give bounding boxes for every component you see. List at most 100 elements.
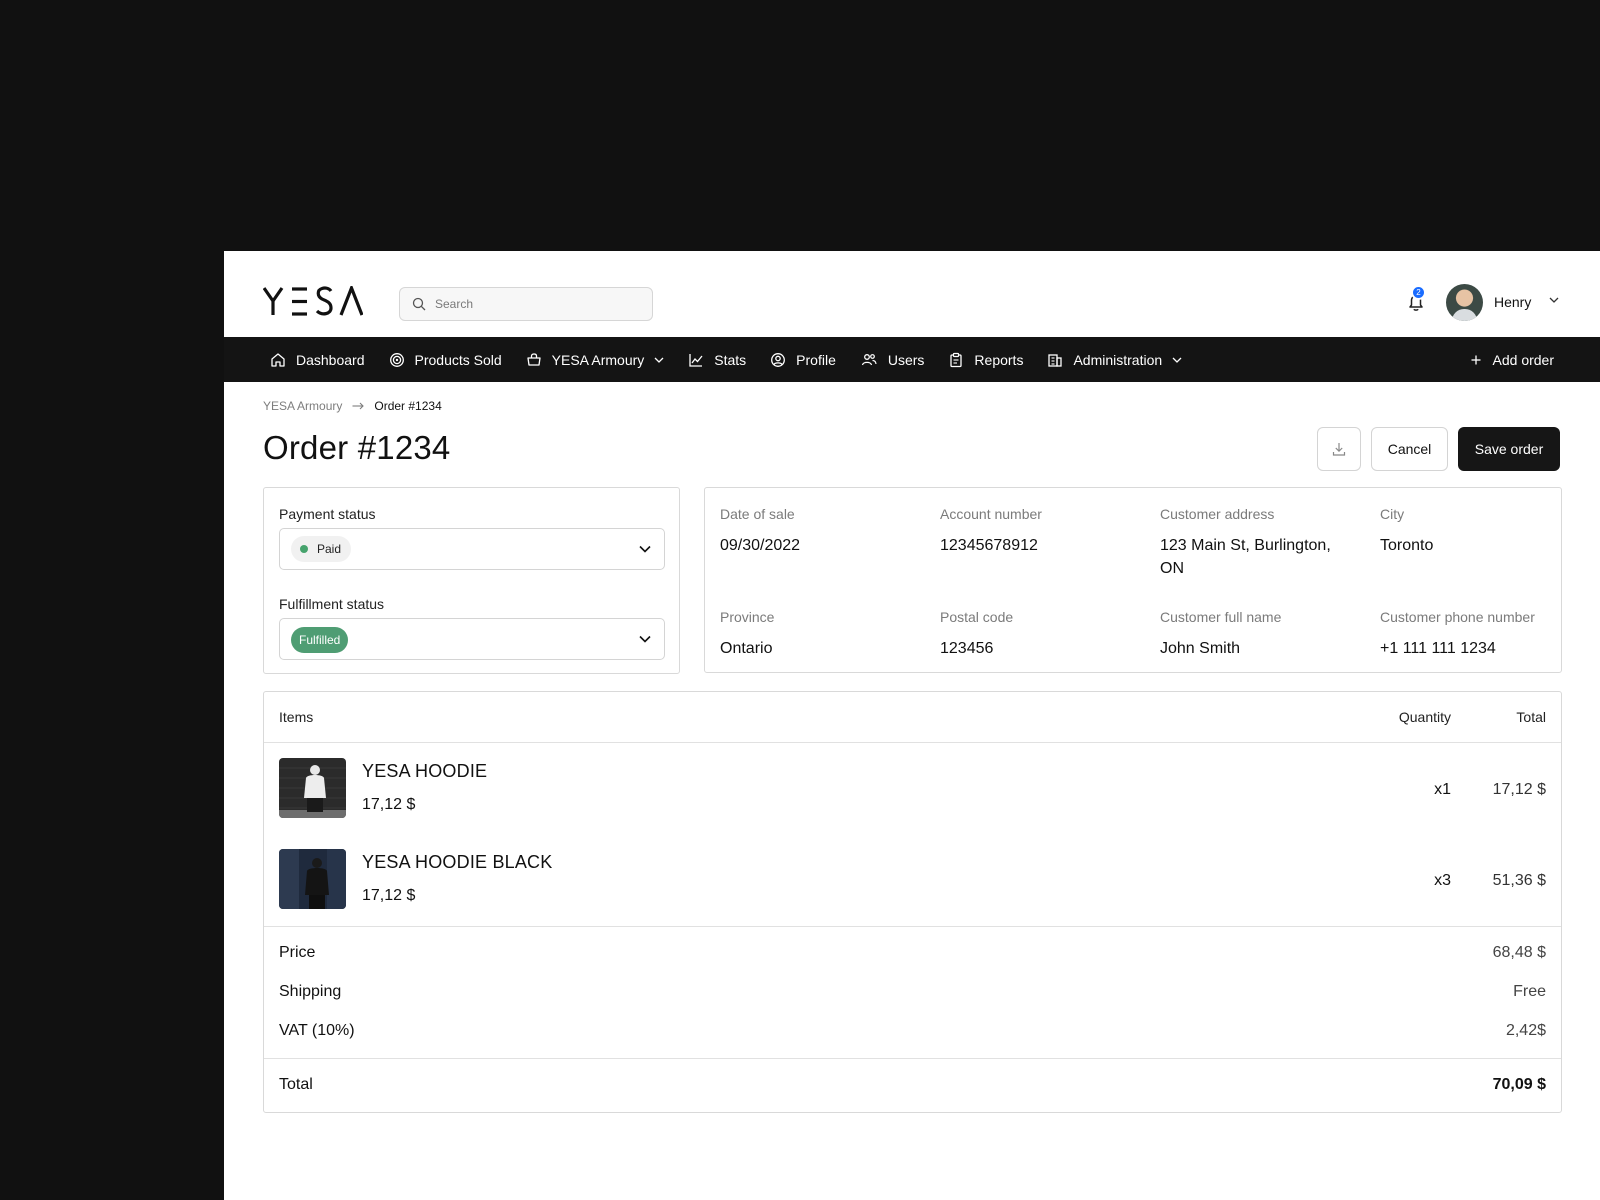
download-button[interactable] <box>1317 427 1361 471</box>
order-status-card: Payment status Paid Fulfillment status F… <box>263 487 680 674</box>
save-order-button[interactable]: Save order <box>1458 427 1560 471</box>
chevron-down-icon[interactable] <box>1549 296 1559 304</box>
info-label: Customer full name <box>1160 609 1282 625</box>
nav-item-dashboard[interactable]: Dashboard <box>270 337 365 382</box>
table-row[interactable]: YESA HOODIE 17,12 $ x1 17,12 $ <box>264 758 1561 838</box>
nav-item-users[interactable]: Users <box>860 337 925 382</box>
nav-item-products-sold[interactable]: Products Sold <box>389 337 502 382</box>
nav-item-label: Users <box>887 351 925 368</box>
nav-item-reports[interactable]: Reports <box>948 337 1023 382</box>
breadcrumb-parent[interactable]: YESA Armoury <box>263 399 342 413</box>
main-navigation: Dashboard Products Sold YESA Armoury Sta… <box>224 337 1600 382</box>
column-header-quantity: Quantity <box>1398 709 1451 725</box>
target-icon <box>389 352 404 367</box>
chevron-down-icon <box>654 357 664 363</box>
payment-status-value: Paid <box>317 542 342 556</box>
summary-label: VAT (10%) <box>279 1022 355 1039</box>
info-value: 123 Main St, Burlington, ON <box>1160 537 1331 577</box>
notification-badge: 2 <box>1411 285 1426 300</box>
breadcrumb: YESA Armoury Order #1234 <box>263 399 442 413</box>
total-label: Total <box>279 1076 313 1093</box>
info-label: Postal code <box>940 609 1014 625</box>
nav-item-label: Dashboard <box>296 351 365 368</box>
items-table-header: Items Quantity Total <box>264 692 1561 743</box>
product-price: 17,12 $ <box>362 887 416 904</box>
nav-item-label: Products Sold <box>414 351 502 368</box>
chevron-down-icon <box>639 545 651 553</box>
nav-item-yesa-armoury[interactable]: YESA Armoury <box>526 337 665 382</box>
download-icon <box>1332 443 1346 456</box>
product-thumbnail[interactable] <box>279 849 346 909</box>
building-icon <box>1048 353 1063 367</box>
avatar[interactable] <box>1446 284 1483 321</box>
nav-item-administration[interactable]: Administration <box>1047 337 1182 382</box>
product-name: YESA HOODIE BLACK <box>362 852 553 872</box>
info-customer-phone: Customer phone number +1 111 111 1234 <box>1380 609 1558 660</box>
nav-item-stats[interactable]: Stats <box>688 337 746 382</box>
info-postal-code: Postal code 123456 <box>940 609 1140 660</box>
info-city: City Toronto <box>1380 506 1580 557</box>
info-value: John Smith <box>1160 640 1241 657</box>
basket-icon <box>527 352 541 366</box>
product-total: 51,36 $ <box>1492 872 1546 889</box>
yesa-logo-icon <box>263 286 363 316</box>
nav-item-label: Profile <box>796 351 836 368</box>
column-header-items: Items <box>279 709 314 725</box>
breadcrumb-current: Order #1234 <box>374 399 442 413</box>
nav-item-label: Administration <box>1073 351 1163 368</box>
info-date-of-sale: Date of sale 09/30/2022 <box>720 506 920 557</box>
info-label: Customer address <box>1160 506 1275 522</box>
info-value: 09/30/2022 <box>720 537 801 554</box>
clipboard-icon <box>950 352 963 367</box>
user-circle-icon <box>771 352 786 367</box>
search-box[interactable] <box>399 287 653 321</box>
cancel-button[interactable]: Cancel <box>1371 427 1448 471</box>
nav-item-profile[interactable]: Profile <box>770 337 836 382</box>
info-value: +1 111 111 1234 <box>1380 640 1496 657</box>
user-name[interactable]: Henry <box>1494 294 1531 310</box>
search-icon <box>412 297 426 311</box>
top-bar: 2 Henry <box>224 251 1600 337</box>
chevron-down-icon <box>1172 357 1182 363</box>
product-price: 17,12 $ <box>362 796 416 813</box>
chart-icon <box>689 353 703 367</box>
white-hoodie-image <box>279 758 346 818</box>
search-input[interactable] <box>435 297 635 311</box>
table-row[interactable]: YESA HOODIE BLACK 17,12 $ x3 51,36 $ <box>264 849 1561 929</box>
black-hoodie-image <box>279 849 346 909</box>
info-value: 123456 <box>940 640 994 657</box>
column-header-total: Total <box>1516 709 1546 725</box>
info-value: Ontario <box>720 640 773 657</box>
info-label: Account number <box>940 506 1042 522</box>
summary-value: Free <box>1513 983 1546 1000</box>
fulfillment-status-badge: Fulfilled <box>291 627 349 653</box>
info-label: Province <box>720 609 775 625</box>
users-icon <box>861 353 877 365</box>
info-account-number: Account number 12345678912 <box>940 506 1140 557</box>
page-title: Order #1234 <box>263 429 451 466</box>
fulfillment-status-select[interactable]: Fulfilled <box>279 618 665 660</box>
summary-label: Price <box>279 944 316 961</box>
info-label: City <box>1380 506 1405 522</box>
status-dot-icon <box>300 545 308 553</box>
product-thumbnail[interactable] <box>279 758 346 818</box>
payment-status-select[interactable]: Paid <box>279 528 665 570</box>
info-value: 12345678912 <box>940 537 1038 554</box>
summary-value: 2,42$ <box>1505 1022 1546 1039</box>
info-value: Toronto <box>1380 537 1434 554</box>
fulfillment-status-label: Fulfillment status <box>279 596 385 612</box>
home-icon <box>271 352 285 367</box>
order-summary: Price 68,48 $ Shipping Free VAT (10%) 2,… <box>264 926 1561 1059</box>
nav-item-label: Reports <box>974 351 1024 368</box>
summary-shipping-row: Shipping Free <box>264 983 1561 1007</box>
info-customer-address: Customer address 123 Main St, Burlington… <box>1160 506 1355 580</box>
summary-price-row: Price 68,48 $ <box>264 944 1561 968</box>
summary-value: 68,48 $ <box>1492 944 1546 961</box>
brand-logo[interactable] <box>263 285 363 317</box>
product-quantity: x3 <box>1434 872 1451 889</box>
product-quantity: x1 <box>1434 781 1451 798</box>
product-name: YESA HOODIE <box>362 761 488 781</box>
payment-status-label: Payment status <box>279 506 376 522</box>
order-items-card: Items Quantity Total YESA HOODIE 17,12 $… <box>263 691 1562 1113</box>
add-order-button[interactable]: Add order <box>1471 337 1554 382</box>
